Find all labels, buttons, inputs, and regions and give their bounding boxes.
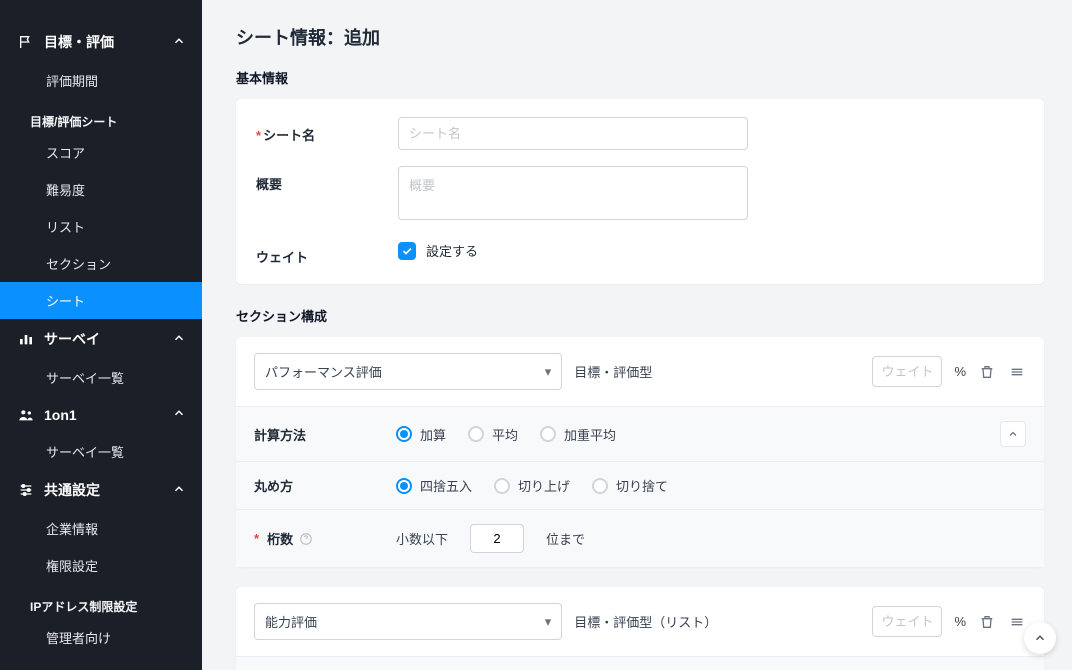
basic-info-title: 基本情報 (236, 68, 1044, 87)
scroll-top-button[interactable] (1024, 622, 1056, 654)
nav-item-company[interactable]: 企業情報 (0, 510, 202, 547)
section-type-select[interactable]: 能力評価 ▾ (254, 603, 562, 640)
page-title: シート情報：追加 (236, 24, 1044, 50)
nav-group-goals[interactable]: 目標・評価 (0, 22, 202, 62)
chevron-up-icon (172, 406, 186, 423)
nav-item-admin[interactable]: 管理者向け (0, 619, 202, 656)
nav-subheader-sheets: 目標/評価シート (0, 99, 202, 134)
chevron-up-icon (172, 482, 186, 499)
weight-label: ウェイト (256, 239, 398, 266)
caret-down-icon: ▾ (545, 614, 552, 630)
round-radio-round[interactable]: 四捨五入 (396, 476, 472, 495)
section-weight-input[interactable] (872, 606, 942, 637)
nav-subheader-ip: IPアドレス制限設定 (0, 584, 202, 619)
sheet-name-input[interactable] (398, 117, 748, 150)
nav-item-section[interactable]: セクション (0, 245, 202, 282)
delete-icon[interactable] (978, 613, 996, 631)
nav-item-list[interactable]: リスト (0, 208, 202, 245)
round-method-label: 丸め方 (254, 476, 396, 495)
flag-icon (18, 34, 34, 50)
nav-group-label: サーベイ (44, 329, 100, 349)
digits-input[interactable] (470, 524, 524, 553)
sidebar: 目標・評価 評価期間 目標/評価シート スコア 難易度 リスト セクション シー… (0, 0, 202, 670)
weight-checkbox[interactable]: 設定する (398, 239, 478, 260)
nav-item-eval-period[interactable]: 評価期間 (0, 62, 202, 99)
summary-label: 概要 (256, 166, 398, 193)
section-type-label: 目標・評価型 (574, 362, 860, 381)
caret-down-icon: ▾ (545, 364, 552, 380)
people-icon (18, 407, 34, 423)
weight-checkbox-label: 設定する (426, 241, 478, 260)
digits-suffix: 位まで (546, 529, 585, 548)
section-card: パフォーマンス評価 ▾ 目標・評価型 % 計算方法 加算 平 (236, 337, 1044, 567)
help-icon[interactable] (299, 532, 313, 546)
nav-item-score[interactable]: スコア (0, 134, 202, 171)
drag-handle-icon[interactable] (1008, 363, 1026, 381)
round-radio-floor[interactable]: 切り捨て (592, 476, 668, 495)
nav-group-1on1[interactable]: 1on1 (0, 396, 202, 433)
select-value: パフォーマンス評価 (265, 362, 382, 381)
nav-item-difficulty[interactable]: 難易度 (0, 171, 202, 208)
main-content: シート情報：追加 基本情報 *シート名 概要 ウェイト (202, 0, 1072, 670)
digits-prefix: 小数以下 (396, 529, 448, 548)
summary-textarea[interactable] (398, 166, 748, 220)
percent-label: % (954, 614, 966, 629)
nav-item-permissions[interactable]: 権限設定 (0, 547, 202, 584)
chevron-up-icon (172, 34, 186, 51)
nav-group-common[interactable]: 共通設定 (0, 470, 202, 510)
nav-item-1on1-list[interactable]: サーベイ一覧 (0, 433, 202, 470)
basic-info-panel: *シート名 概要 ウェイト 設定する (236, 99, 1044, 284)
nav-group-label: 1on1 (44, 407, 77, 423)
chart-icon (18, 331, 34, 347)
section-structure-title: セクション構成 (236, 306, 1044, 325)
round-radio-ceil[interactable]: 切り上げ (494, 476, 570, 495)
checkbox-icon (398, 242, 416, 260)
calc-radio-weighted[interactable]: 加重平均 (540, 425, 616, 444)
calc-radio-add[interactable]: 加算 (396, 425, 446, 444)
nav-item-survey-list[interactable]: サーベイ一覧 (0, 359, 202, 396)
chevron-up-icon (172, 331, 186, 348)
nav-group-label: 目標・評価 (44, 32, 114, 52)
calc-method-label: 計算方法 (254, 425, 396, 444)
section-type-label: 目標・評価型（リスト） (574, 612, 860, 631)
nav-group-label: 共通設定 (44, 480, 100, 500)
nav-item-sheet[interactable]: シート (0, 282, 202, 319)
section-card: 能力評価 ▾ 目標・評価型（リスト） % 計算方法 加算 平 (236, 587, 1044, 670)
percent-label: % (954, 364, 966, 379)
drag-handle-icon[interactable] (1008, 613, 1026, 631)
section-type-select[interactable]: パフォーマンス評価 ▾ (254, 353, 562, 390)
delete-icon[interactable] (978, 363, 996, 381)
sliders-icon (18, 482, 34, 498)
section-weight-input[interactable] (872, 356, 942, 387)
select-value: 能力評価 (265, 612, 317, 631)
nav-group-survey[interactable]: サーベイ (0, 319, 202, 359)
calc-radio-avg[interactable]: 平均 (468, 425, 518, 444)
collapse-button[interactable] (1000, 421, 1026, 447)
sheet-name-label: *シート名 (256, 117, 398, 144)
digits-label: *桁数 (254, 529, 396, 548)
